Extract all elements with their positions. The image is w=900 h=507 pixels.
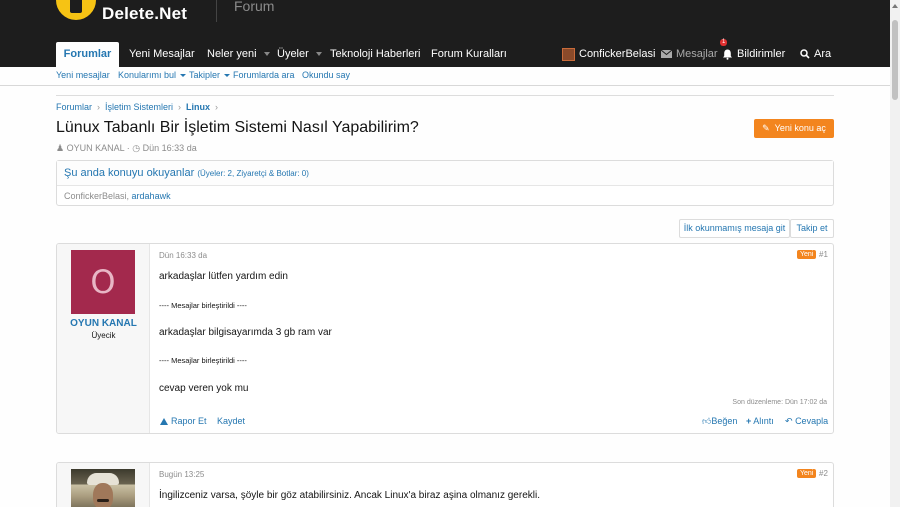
new-thread-button[interactable]: ✎ Yeni konu aç [754, 119, 834, 138]
bookmark-button[interactable]: Kaydet [217, 416, 245, 426]
chevron-down-icon [180, 74, 187, 78]
breadcrumb-linux[interactable]: Linux [186, 102, 210, 112]
scroll-thumb[interactable] [892, 20, 898, 100]
breadcrumb: Forumlar › İşletim Sistemleri › Linux › [56, 102, 223, 112]
post-line: arkadaşlar bilgisayarımda 3 gb ram var [159, 327, 332, 338]
post-date[interactable]: Dün 16:33 da [159, 251, 207, 260]
main-nav: Forumlar Yeni Mesajlar Neler yeni Üyeler… [0, 39, 890, 67]
search-link[interactable]: Ara [800, 42, 831, 67]
chevron-down-icon[interactable] [263, 52, 270, 57]
current-readers-header[interactable]: Şu anda konuyu okuyanlar (Üyeler: 2, Ziy… [57, 161, 833, 186]
thread-date[interactable]: Dün 16:33 da [143, 143, 197, 153]
clock-icon: ◷ [132, 143, 141, 153]
post-user-title: Üyecik [91, 331, 116, 340]
subnav-konularimi-bul[interactable]: Konularımı bul [118, 70, 187, 80]
avatar[interactable] [71, 469, 135, 507]
tab-teknoloji-haberleri[interactable]: Teknoloji Haberleri [330, 42, 421, 67]
edit-icon: ✎ [762, 123, 770, 133]
warning-icon [160, 418, 168, 425]
chevron-down-icon[interactable] [315, 52, 322, 57]
bell-icon: 1 [720, 39, 737, 67]
current-readers-box: Şu anda konuyu okuyanlar (Üyeler: 2, Ziy… [56, 160, 834, 206]
post: Bugün 13:25 Yeni #2 İngilizceniz varsa, … [56, 462, 834, 507]
edited-note: Son düzenleme: Dün 17:02 da [732, 399, 827, 406]
search-icon [800, 49, 810, 59]
tab-yeni-mesajlar[interactable]: Yeni Mesajlar [129, 42, 195, 67]
alerts-count-badge: 1 [720, 39, 728, 46]
reply-icon: ↶ [785, 416, 793, 426]
plus-icon: + [746, 416, 752, 426]
like-button[interactable]: 👍︎Beğen [702, 416, 737, 427]
new-badge: Yeni [797, 250, 817, 259]
thumbs-up-icon: 👍︎ [702, 416, 712, 426]
reader-name[interactable]: ConfickerBelasi [64, 191, 127, 201]
subnav-takipler[interactable]: Takipler [189, 70, 231, 80]
post-line: İngilizceniz varsa, şöyle bir göz atabil… [159, 490, 540, 501]
messages-link[interactable]: Mesajlar [661, 42, 718, 67]
user-icon: ♟ [56, 143, 65, 153]
post-line: arkadaşlar lütfen yardım edin [159, 271, 288, 282]
logo-divider [216, 0, 217, 22]
envelope-icon [661, 50, 672, 59]
subnav-yeni-mesajlar[interactable]: Yeni mesajlar [56, 70, 110, 80]
avatar[interactable]: O [71, 250, 135, 314]
post-user-column [57, 463, 150, 507]
alerts-link[interactable]: 1 Bildirimler [720, 39, 785, 67]
new-badge: Yeni [797, 469, 817, 478]
post-date[interactable]: Bugün 13:25 [159, 470, 204, 479]
merged-separator: ---- Mesajlar birleştirildi ---- [159, 301, 247, 310]
reply-button[interactable]: ↶ Cevapla [785, 416, 828, 427]
breadcrumb-isletim-sistemleri[interactable]: İşletim Sistemleri [105, 102, 173, 112]
quote-button[interactable]: + Alıntı [746, 416, 774, 426]
logo-icon[interactable] [56, 0, 96, 20]
tab-uyeler[interactable]: Üyeler [277, 42, 322, 67]
breadcrumb-forumlar[interactable]: Forumlar [56, 102, 92, 112]
page-scrollbar[interactable] [890, 0, 900, 507]
subnav-okundu-say[interactable]: Okundu say [302, 70, 350, 80]
subnav-forumlarda-ara[interactable]: Forumlarda ara [233, 70, 295, 80]
site-header: Delete.Net Forum [0, 0, 890, 42]
thread-meta: ♟ OYUN KANAL · ◷ Dün 16:33 da [56, 143, 197, 153]
report-button[interactable]: Rapor Et [160, 416, 207, 426]
post-number[interactable]: #2 [819, 469, 828, 478]
reader-name[interactable]: ardahawk [132, 191, 171, 201]
logo-text[interactable]: Delete.Net [102, 4, 187, 24]
post: O OYUN KANAL Üyecik Dün 16:33 da Yeni #1… [56, 243, 834, 434]
page-title: Lünux Tabanlı Bir İşletim Sistemi Nasıl … [56, 119, 419, 136]
user-menu[interactable]: ConfickerBelasi [562, 42, 655, 67]
chevron-right-icon: › [215, 102, 219, 112]
user-avatar-icon [562, 47, 575, 61]
post-line: cevap veren yok mu [159, 383, 249, 394]
merged-separator: ---- Mesajlar birleştirildi ---- [159, 356, 247, 365]
chevron-down-icon [224, 74, 231, 78]
tab-neler-yeni[interactable]: Neler yeni [207, 42, 270, 67]
logo-forum-label: Forum [234, 0, 275, 14]
current-readers-list: ConfickerBelasi, ardahawk [64, 191, 171, 201]
thread-author[interactable]: OYUN KANAL [67, 143, 125, 153]
first-unread-button[interactable]: İlk okunmamış mesaja git [679, 219, 790, 238]
tab-forumlar[interactable]: Forumlar [56, 42, 119, 67]
tab-forum-kurallari[interactable]: Forum Kuralları [431, 42, 507, 67]
post-user-column: O OYUN KANAL Üyecik [57, 244, 150, 433]
scroll-up-arrow-icon[interactable] [892, 4, 898, 8]
divider [56, 95, 834, 96]
post-username[interactable]: OYUN KANAL [57, 318, 150, 329]
chevron-right-icon: › [178, 102, 182, 112]
post-number[interactable]: #1 [819, 250, 828, 259]
sub-nav: Yeni mesajlar Konularımı bul Takipler Fo… [0, 67, 890, 86]
chevron-right-icon: › [97, 102, 101, 112]
follow-button[interactable]: Takip et [790, 219, 834, 238]
